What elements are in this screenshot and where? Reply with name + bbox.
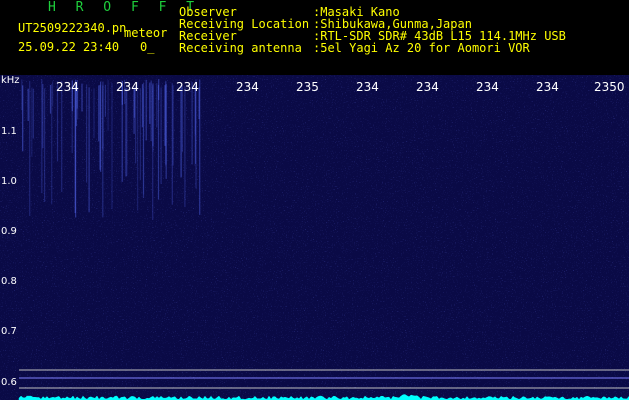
y-tick-label: 1.1 xyxy=(1,126,17,137)
streak xyxy=(88,87,90,213)
streak xyxy=(102,81,104,150)
y-tick-label: 0.6 xyxy=(1,377,17,388)
x-tick-label: 234 xyxy=(56,80,79,94)
x-tick-label: 2350 xyxy=(594,80,625,94)
streak xyxy=(31,87,33,157)
x-tick-label: 234 xyxy=(236,80,259,94)
x-tick-label: 234 xyxy=(536,80,559,94)
streak xyxy=(125,88,127,177)
header-panel: H R O F F T UT2509222340.pn meteor 25.09… xyxy=(0,0,629,75)
streak xyxy=(141,84,144,128)
streak xyxy=(172,85,174,166)
streak xyxy=(107,80,109,131)
x-tick-label: 234 xyxy=(416,80,439,94)
unit-label: kHz xyxy=(1,75,20,86)
streak xyxy=(81,83,83,112)
streak xyxy=(139,88,141,180)
streak xyxy=(149,82,151,124)
filename-label: UT2509222340.pn xyxy=(18,21,127,35)
streak xyxy=(52,81,54,107)
spectrogram-plot: kHz 1.1 1.0 0.9 0.8 0.7 0.6 234 234 234 … xyxy=(0,75,629,400)
streak xyxy=(157,85,160,200)
streak xyxy=(49,85,52,114)
streak xyxy=(150,80,152,141)
streak xyxy=(195,79,197,189)
streak xyxy=(42,84,44,148)
streak xyxy=(152,83,154,147)
streak xyxy=(27,88,29,121)
y-tick-label: 0.9 xyxy=(1,226,17,237)
tag-label: meteor xyxy=(124,26,168,40)
y-tick-label: 0.7 xyxy=(1,326,17,337)
streak xyxy=(29,80,31,217)
streak xyxy=(160,87,162,184)
streak xyxy=(137,82,139,211)
x-tick-label: 234 xyxy=(116,80,139,94)
streak xyxy=(61,80,63,192)
streak xyxy=(135,86,137,164)
streak xyxy=(199,79,201,215)
info-key-antenna: Receiving antenna xyxy=(179,41,302,55)
streak xyxy=(191,82,193,165)
streak xyxy=(184,86,186,208)
streak xyxy=(156,83,158,128)
frame-label: 0_ xyxy=(140,40,155,54)
streak xyxy=(44,88,46,202)
streak xyxy=(181,85,183,152)
streak xyxy=(86,84,88,183)
program-title: H R O F F T xyxy=(48,0,201,15)
streak xyxy=(158,79,160,101)
info-value-antenna: :5el Yagi Az 20 for Aomori VOR xyxy=(313,41,530,55)
streak xyxy=(93,88,95,139)
x-tick-label: 235 xyxy=(296,80,319,94)
streak xyxy=(104,84,106,117)
streak xyxy=(99,84,101,170)
streak xyxy=(133,88,135,134)
datetime-label: 25.09.22 23:40 xyxy=(18,40,120,54)
streak xyxy=(32,88,34,139)
streak xyxy=(111,83,113,210)
x-tick-label: 234 xyxy=(176,80,199,94)
x-tick-label: 234 xyxy=(356,80,379,94)
streak xyxy=(180,85,182,178)
y-tick-label: 1.0 xyxy=(1,176,17,187)
streak xyxy=(145,79,147,141)
streak xyxy=(165,84,167,179)
x-tick-label: 234 xyxy=(476,80,499,94)
streak xyxy=(98,85,100,142)
streak xyxy=(21,79,23,111)
y-tick-label: 0.8 xyxy=(1,276,17,287)
